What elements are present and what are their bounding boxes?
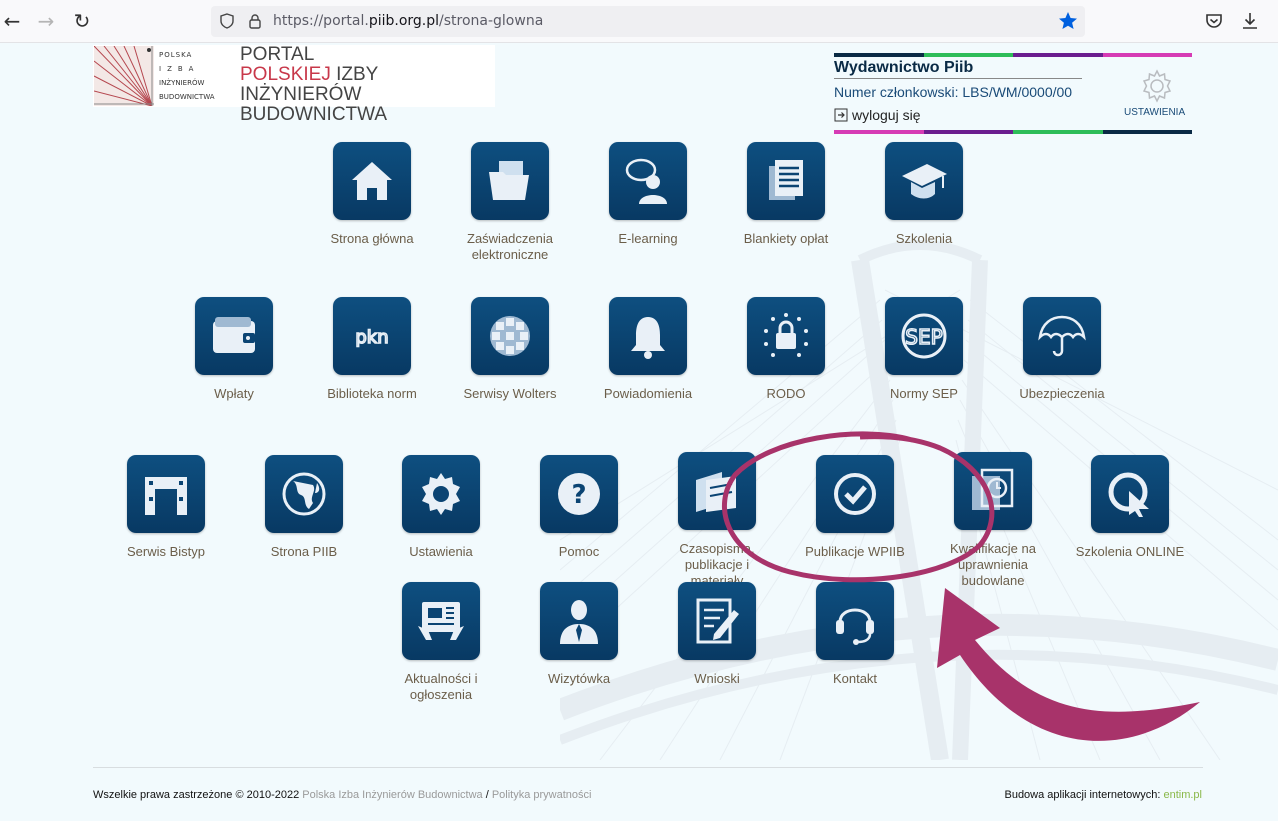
logo-wordmark: POLSKA IZBA INŻYNIERÓW BUDOWNICTWA <box>159 51 215 101</box>
businessman-icon <box>560 600 598 644</box>
tile-normy-sep[interactable]: SEP Normy SEP <box>864 297 984 402</box>
tile-kwalifikacje[interactable]: Kwalifikacje na uprawnienia budowlane <box>933 452 1053 589</box>
folder-icon <box>489 161 529 200</box>
footer-credit: Budowa aplikacji internetowych: entim.pl <box>1004 789 1202 801</box>
tile-czasopisma[interactable]: Czasopisma, publikacje i materiały <box>657 452 777 589</box>
back-arrow-icon[interactable]: ← <box>0 9 24 33</box>
piib-link[interactable]: Polska Izba Inżynierów Budownictwa <box>302 789 482 801</box>
bottom-color-stripe <box>834 130 1192 134</box>
footer-copyright: Wszelkie prawa zastrzeżone © 2010-2022 P… <box>93 789 592 801</box>
address-bar[interactable]: https://portal.piib.org.pl/strona-glowna <box>211 6 1085 37</box>
tile-serwis-bistyp[interactable]: Serwis Bistyp <box>106 455 226 560</box>
question-icon: ? <box>558 473 600 515</box>
privacy-policy-link[interactable]: Polityka prywatności <box>492 789 592 801</box>
globe-grid-icon <box>490 316 530 356</box>
tile-szkolenia[interactable]: Szkolenia <box>864 142 984 247</box>
tile-zaswiadczenia[interactable]: Zaświadczenia elektroniczne <box>450 142 570 263</box>
bookmark-star-icon[interactable] <box>1057 10 1079 32</box>
url-text: https://portal.piib.org.pl/strona-glowna <box>273 13 544 29</box>
user-name: Wydawnictwo Piib <box>834 59 1082 79</box>
settings-link[interactable]: USTAWIENIA <box>1124 107 1185 118</box>
entim-link[interactable]: entim.pl <box>1163 789 1202 801</box>
tile-wizytowka[interactable]: Wizytówka <box>519 582 639 687</box>
news-icon <box>418 602 464 640</box>
tile-szkolenia-online[interactable]: Szkolenia ONLINE <box>1070 455 1190 560</box>
reload-icon[interactable]: ↻ <box>70 9 94 33</box>
clock-docs-icon <box>972 468 1014 510</box>
forward-arrow-icon[interactable]: → <box>34 9 58 33</box>
lock-stars-icon <box>764 313 808 357</box>
tile-serwisy-wolters[interactable]: Serwisy Wolters <box>450 297 570 402</box>
tile-kontakt[interactable]: Kontakt <box>795 582 915 687</box>
tile-aktualnosci[interactable]: Aktualności i ogłoszenia <box>381 582 501 703</box>
svg-text:pkn: pkn <box>355 327 388 348</box>
download-icon[interactable] <box>1239 10 1261 32</box>
portal-title: PORTAL POLSKIEJ IZBY INŻYNIERÓW BUDOWNIC… <box>240 44 388 125</box>
graduation-cap-icon <box>902 164 947 199</box>
tile-rodo[interactable]: RODO <box>726 297 846 402</box>
bell-icon <box>631 317 665 359</box>
check-circle-icon <box>834 473 876 515</box>
tile-powiadomienia[interactable]: Powiadomienia <box>588 297 708 402</box>
svg-text:SEP: SEP <box>905 325 942 349</box>
tile-wnioski[interactable]: Wnioski <box>657 582 777 687</box>
documents-icon <box>769 160 803 200</box>
logout-icon <box>834 108 848 122</box>
member-number: Numer członkowski: LBS/WM/0000/00 <box>834 84 1073 100</box>
pkn-icon: pkn <box>355 326 390 349</box>
form-pen-icon <box>696 598 739 644</box>
tile-biblioteka-norm[interactable]: pkn Biblioteka norm <box>312 297 432 402</box>
lock-icon[interactable] <box>247 13 263 29</box>
piib-logo[interactable]: POLSKA IZBA INŻYNIERÓW BUDOWNICTWA PORTA… <box>93 45 495 125</box>
magazine-icon <box>696 472 736 512</box>
tile-ubezpieczenia[interactable]: Ubezpieczenia <box>1002 297 1122 402</box>
gear-icon <box>422 473 460 515</box>
bistyp-icon <box>145 477 187 515</box>
tile-pomoc[interactable]: ? Pomoc <box>519 455 639 560</box>
top-color-stripe <box>834 53 1192 57</box>
tile-wplaty[interactable]: Wpłaty <box>174 297 294 402</box>
tile-strona-piib[interactable]: Strona PIIB <box>244 455 364 560</box>
wallet-icon <box>213 317 255 353</box>
tile-blankiety-oplat[interactable]: Blankiety opłat <box>726 142 846 247</box>
svg-text:?: ? <box>571 480 586 510</box>
globe-icon <box>282 472 326 516</box>
tile-strona-glowna[interactable]: Strona główna <box>312 142 432 247</box>
tile-e-learning[interactable]: E-learning <box>588 142 708 247</box>
settings-gear-icon[interactable] <box>1139 68 1175 104</box>
umbrella-icon <box>1038 315 1086 357</box>
shield-icon[interactable] <box>219 13 235 29</box>
user-panel: Wydawnictwo Piib Numer członkowski: LBS/… <box>834 53 1192 135</box>
headset-icon <box>836 608 874 645</box>
logo-graphic <box>94 46 154 106</box>
online-cursor-icon <box>1108 472 1149 517</box>
house-icon <box>352 162 392 200</box>
footer-divider <box>93 767 1203 768</box>
tile-ustawienia[interactable]: Ustawienia <box>381 455 501 560</box>
tile-publikacje-wpiib[interactable]: Publikacje WPIIB <box>795 455 915 560</box>
logout-link[interactable]: wyloguj się <box>834 107 920 123</box>
sep-icon: SEP <box>901 313 947 359</box>
browser-toolbar: ← → ↻ https://portal.piib.org.pl/strona-… <box>0 0 1278 43</box>
person-speech-icon <box>625 158 667 204</box>
pocket-icon[interactable] <box>1203 10 1225 32</box>
